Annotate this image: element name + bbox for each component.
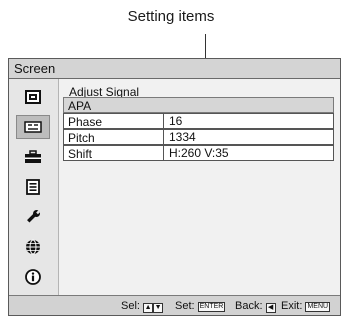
set-hint-label: Set: [175,300,195,312]
setting-items-callout: Setting items [127,8,215,25]
settings-panel: Adjust Signal APA Phase 16 Pitch 1334 Sh… [59,79,340,295]
enter-key-icon: ENTER [197,302,226,312]
set-hint: Set: ENTER [175,300,226,312]
function-list-icon[interactable] [16,175,50,199]
exit-hint-label: Exit: [281,300,303,312]
setting-row-phase[interactable]: Phase 16 [63,113,334,129]
menu-title: Screen [14,61,56,76]
setup-toolbox-icon[interactable] [16,145,50,169]
picture-icon[interactable] [16,85,50,109]
setting-value[interactable]: 16 [163,113,334,129]
setting-label: Phase [68,115,103,129]
back-hint: Back: ◀ [235,300,276,313]
key-guide-bar: Sel: ▲ ▼ Set: ENTER Back: ◀ Exit: MENU [9,295,340,315]
back-hint-label: Back: [235,300,263,312]
setting-row-shift[interactable]: Shift H:260 V:35 [63,145,334,161]
info-icon[interactable] [16,265,50,289]
setting-row-apa[interactable]: APA [63,97,334,113]
menu-titlebar: Screen [9,59,340,79]
setting-label-cell: Phase [63,113,163,129]
setting-label: Shift [68,147,93,161]
setting-row-pitch[interactable]: Pitch 1334 [63,129,334,145]
setting-label: Pitch [68,131,95,145]
setting-value[interactable]: H:260 V:35 [163,145,334,161]
sel-hint: Sel: ▲ ▼ [121,300,164,313]
menu-sidebar [9,79,59,295]
wrench-icon[interactable] [16,205,50,229]
setting-label-cell: Shift [63,145,163,161]
globe-icon[interactable] [16,235,50,259]
setting-value[interactable]: 1334 [163,129,334,145]
down-arrow-key-icon: ▼ [153,303,164,313]
up-arrow-key-icon: ▲ [143,303,154,313]
setting-label-cell: Pitch [63,129,163,145]
menu-window: Screen Adjust Signal APA Phase 16 Pitch … [8,58,341,316]
menu-key-icon: MENU [305,302,331,312]
setting-label: APA [68,99,92,113]
exit-hint: Exit: MENU [281,300,331,312]
left-arrow-key-icon: ◀ [265,303,276,313]
screen-icon[interactable] [16,115,50,139]
sel-hint-label: Sel: [121,300,140,312]
